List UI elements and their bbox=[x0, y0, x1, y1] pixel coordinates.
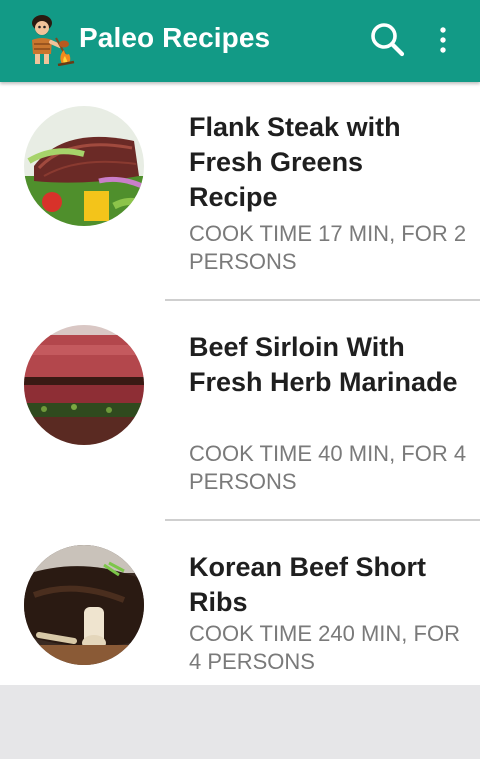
recipe-item[interactable]: Flank Steak with Fresh Greens Recipe COO… bbox=[0, 82, 480, 302]
recipe-item[interactable]: Beef Sirloin With Fresh Herb Marinade CO… bbox=[0, 302, 480, 522]
search-icon bbox=[371, 23, 405, 57]
recipe-item[interactable]: Korean Beef Short Ribs COOK TIME 240 MIN… bbox=[0, 522, 480, 685]
recipe-cook-info: COOK TIME 240 MIN, FOR 4 PERSONS bbox=[189, 621, 460, 674]
overflow-menu-button[interactable] bbox=[428, 20, 458, 60]
recipe-title: Beef Sirloin With Fresh Herb Marinade bbox=[189, 332, 458, 397]
recipe-title: Korean Beef Short Ribs bbox=[189, 552, 427, 617]
list-divider bbox=[165, 299, 480, 301]
bottom-empty-area bbox=[0, 685, 480, 759]
search-button[interactable] bbox=[366, 20, 410, 60]
recipe-list: Flank Steak with Fresh Greens Recipe COO… bbox=[0, 82, 480, 685]
recipe-cook-info: COOK TIME 40 MIN, FOR 4 PERSONS bbox=[189, 441, 467, 494]
more-vert-icon bbox=[440, 27, 446, 53]
recipe-cook-info: COOK TIME 17 MIN, FOR 2 PERSONS bbox=[189, 221, 467, 274]
short-ribs-photo bbox=[24, 545, 144, 665]
caveman-logo-icon bbox=[22, 12, 78, 67]
list-divider bbox=[165, 519, 480, 521]
beef-sirloin-photo bbox=[24, 325, 144, 445]
app-title: Paleo Recipes bbox=[79, 22, 271, 53]
app-bar: Paleo Recipes bbox=[0, 0, 480, 82]
flank-steak-photo bbox=[24, 106, 144, 226]
recipe-title: Flank Steak with Fresh Greens Recipe bbox=[189, 112, 401, 212]
